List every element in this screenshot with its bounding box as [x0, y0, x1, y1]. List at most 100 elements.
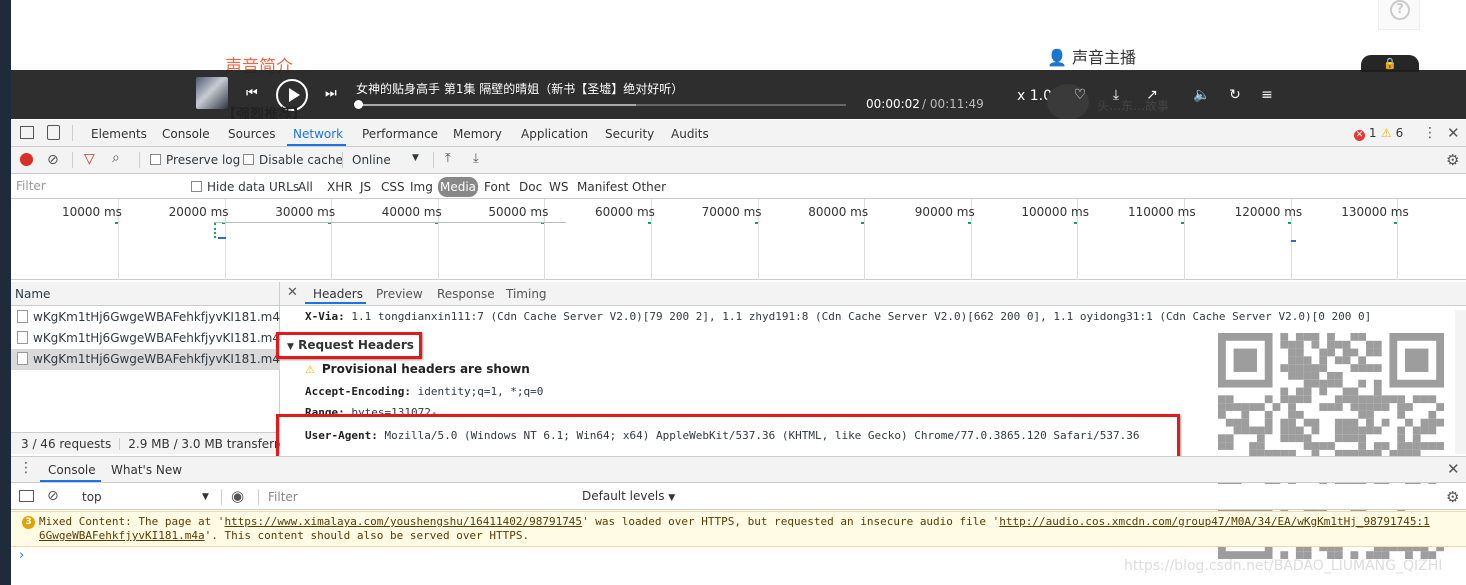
- console-settings-icon[interactable]: ⚙: [1446, 488, 1459, 506]
- tab-security[interactable]: Security: [605, 127, 654, 141]
- loop-icon[interactable]: ↻: [1225, 86, 1245, 104]
- filter-type-ws[interactable]: WS: [549, 180, 568, 194]
- filter-type-other[interactable]: Other: [632, 180, 666, 194]
- warning-counter[interactable]: ⚠ 6: [1381, 126, 1403, 140]
- file-icon: [17, 331, 28, 344]
- request-row-selected[interactable]: wKgKm1tHj6GwgeWBAFehkfjyvKI181.m4a: [11, 349, 287, 370]
- filter-type-all[interactable]: All: [298, 180, 313, 194]
- qr-module: [1436, 442, 1444, 450]
- export-har-icon[interactable]: ⤓: [473, 151, 479, 166]
- dropdown-arrow-icon: ▼: [202, 492, 209, 502]
- audio-url-link-cont[interactable]: 6GwgeWBAFehkfjyvKI181.m4a: [39, 529, 205, 542]
- filter-type-img[interactable]: Img: [410, 180, 433, 194]
- qr-module: [1233, 426, 1242, 435]
- progress-knob[interactable]: [354, 100, 363, 109]
- drawer-tab-console[interactable]: Console: [48, 463, 96, 477]
- throttle-select[interactable]: Online ▼: [352, 153, 422, 167]
- page-url-link[interactable]: https://www.ximalaya.com/youshengshu/164…: [224, 515, 582, 528]
- qr-module: [1358, 333, 1367, 341]
- qr-finder: [1405, 348, 1429, 372]
- more-menu-icon[interactable]: ⋮: [1423, 125, 1437, 141]
- preserve-log-checkbox[interactable]: Preserve log: [150, 153, 240, 167]
- headers-scrollbar[interactable]: [1455, 310, 1466, 454]
- disable-cache-checkbox[interactable]: Disable cache: [243, 153, 343, 167]
- header-key: Accept-Encoding:: [305, 385, 411, 398]
- request-row[interactable]: wKgKm1tHj6GwgeWBAFehkfjyvKI181.m4a: [11, 307, 287, 328]
- filter-input[interactable]: Filter: [16, 179, 176, 195]
- filter-type-media[interactable]: Media: [438, 177, 478, 197]
- filter-type-doc[interactable]: Doc: [519, 180, 542, 194]
- qr-module: [1358, 395, 1367, 404]
- qr-module: [1381, 418, 1390, 427]
- context-select[interactable]: top ▼: [82, 490, 212, 504]
- clear-console-icon[interactable]: ⊘: [47, 488, 59, 504]
- close-devtools-icon[interactable]: ✕: [1447, 124, 1460, 142]
- filter-type-js[interactable]: JS: [360, 180, 371, 194]
- close-detail-icon[interactable]: ✕: [287, 285, 298, 300]
- tab-console[interactable]: Console: [162, 127, 210, 141]
- filter-type-xhr[interactable]: XHR: [327, 180, 353, 194]
- qr-module: [1342, 387, 1351, 396]
- playlist-icon[interactable]: ≡: [1257, 86, 1277, 104]
- device-toolbar-icon[interactable]: [47, 125, 60, 140]
- help-button[interactable]: ?: [1378, 0, 1420, 30]
- tab-application[interactable]: Application: [521, 127, 588, 141]
- error-counter[interactable]: ✕ 1: [1354, 126, 1376, 141]
- next-track-icon[interactable]: ⏭: [325, 86, 337, 101]
- filter-type-css[interactable]: CSS: [381, 180, 405, 194]
- audio-url-link[interactable]: http://audio.cos.xmcdn.com/group47/M0A/3…: [999, 515, 1429, 528]
- track-title: 女神的贴身高手 第1集 隔壁的晴姐（新书【圣墟】绝对好听）: [356, 82, 684, 96]
- inspect-element-icon[interactable]: [20, 126, 34, 139]
- close-drawer-icon[interactable]: ✕: [1447, 460, 1460, 478]
- tab-audits[interactable]: Audits: [671, 127, 709, 141]
- qr-module: [1319, 403, 1328, 411]
- console-filter-input[interactable]: Filter: [268, 490, 298, 504]
- tab-network[interactable]: Network: [293, 127, 343, 141]
- console-prompt[interactable]: ›: [19, 548, 24, 563]
- tab-response[interactable]: Response: [437, 287, 495, 301]
- eye-icon[interactable]: ◉: [231, 487, 244, 505]
- tab-preview[interactable]: Preview: [376, 287, 423, 301]
- qr-module: [1327, 348, 1335, 357]
- tab-sources[interactable]: Sources: [228, 127, 275, 141]
- header-value: identity;q=1, *;q=0: [417, 385, 544, 398]
- share-icon[interactable]: ↗: [1142, 86, 1162, 104]
- heart-icon[interactable]: ♡: [1070, 86, 1090, 104]
- log-levels-select[interactable]: Default levels ▼: [582, 489, 675, 503]
- context-value: top: [82, 490, 102, 504]
- request-row[interactable]: wKgKm1tHj6GwgeWBAFehkfjyvKI181.m4a: [11, 328, 287, 349]
- qr-module: [1264, 410, 1273, 419]
- timeline-tick-label: 10000 ms: [62, 205, 122, 219]
- qr-module: [1358, 356, 1367, 365]
- search-icon[interactable]: ⌕: [112, 150, 120, 166]
- tab-elements[interactable]: Elements: [91, 127, 147, 141]
- network-settings-icon[interactable]: ⚙: [1446, 151, 1459, 169]
- timeline-mark: [1394, 222, 1398, 224]
- filter-type-manifest[interactable]: Manifest: [577, 180, 628, 194]
- tab-memory[interactable]: Memory: [453, 127, 502, 141]
- sidebar-toggle-icon[interactable]: [19, 490, 34, 502]
- drawer-menu-icon[interactable]: ⋮: [19, 460, 33, 476]
- qr-module: [1397, 395, 1406, 404]
- filter-type-font[interactable]: Font: [484, 180, 510, 194]
- qr-module: [1319, 348, 1328, 357]
- filter-funnel-icon[interactable]: ▽: [84, 151, 95, 167]
- drawer-tab-whats-new[interactable]: What's New: [111, 463, 182, 477]
- qr-module: [1366, 340, 1374, 349]
- previous-track-icon[interactable]: ⏮: [246, 86, 258, 101]
- hide-data-urls-checkbox[interactable]: Hide data URLs: [191, 180, 299, 194]
- qr-module: [1303, 371, 1312, 380]
- requests-column-header[interactable]: Name: [11, 282, 280, 306]
- qr-module: [1373, 348, 1382, 357]
- tab-headers[interactable]: Headers: [313, 287, 363, 301]
- import-har-icon[interactable]: ⤒: [445, 151, 451, 166]
- tab-performance[interactable]: Performance: [362, 127, 438, 141]
- download-icon[interactable]: ⤓: [1106, 86, 1126, 104]
- volume-icon[interactable]: 🔈: [1192, 86, 1212, 104]
- qr-module: [1303, 442, 1312, 450]
- qr-module: [1334, 403, 1343, 411]
- record-icon[interactable]: [20, 153, 33, 166]
- clear-icon[interactable]: ⊘: [47, 152, 59, 168]
- tab-timing[interactable]: Timing: [506, 287, 547, 301]
- host-title-text: 声音主播: [1072, 48, 1137, 67]
